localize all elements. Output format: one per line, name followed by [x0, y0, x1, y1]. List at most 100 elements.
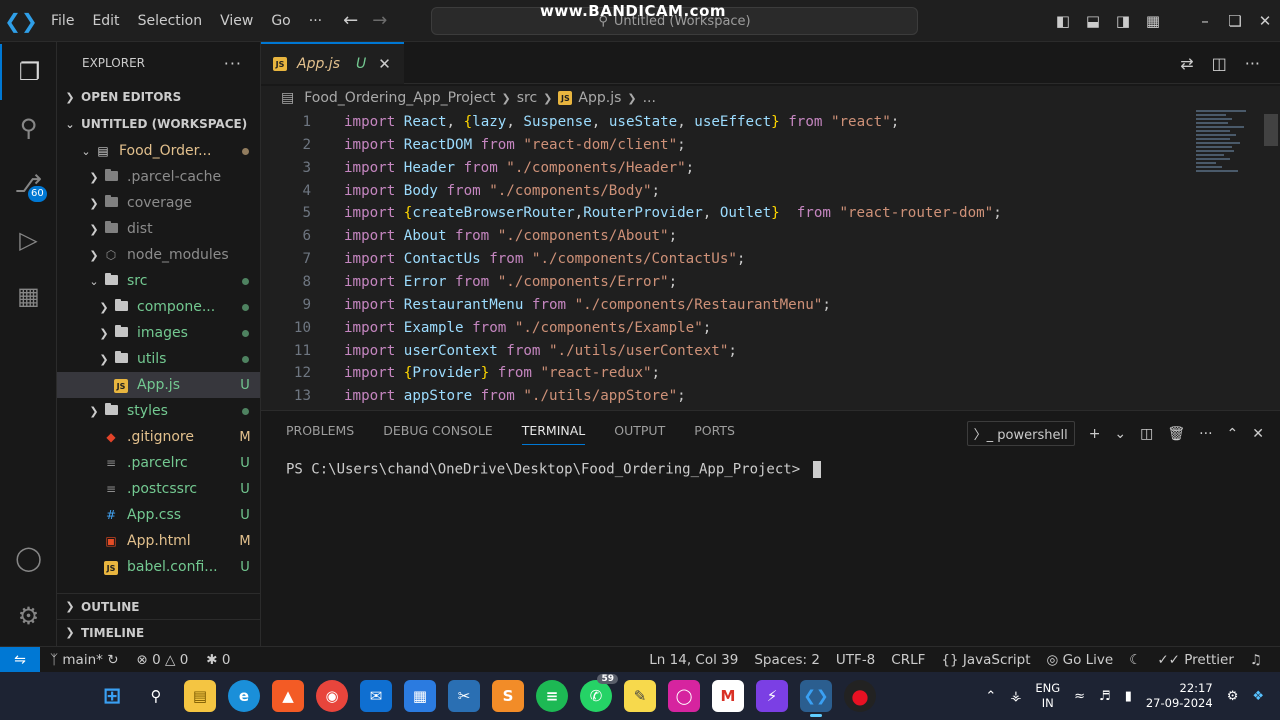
tree-item-babel-config[interactable]: JS babel.confi... U — [57, 554, 260, 580]
toggle-primary-sidebar-icon[interactable]: ◧ — [1048, 12, 1078, 30]
tree-item-src[interactable]: ⌄ src — [57, 268, 260, 294]
explorer-more-actions-icon[interactable]: ··· — [224, 54, 242, 73]
close-window-icon[interactable]: ✕ — [1250, 12, 1280, 30]
menu-more[interactable]: ··· — [300, 0, 331, 42]
close-tab-icon[interactable]: ✕ — [378, 55, 391, 73]
tree-item-utils[interactable]: ❯ utils — [57, 346, 260, 372]
battery-icon[interactable]: ▮ — [1125, 689, 1132, 704]
microsoft-store-icon[interactable]: ▦ — [404, 680, 436, 712]
tree-item-dist[interactable]: ❯ dist — [57, 216, 260, 242]
toggle-panel-icon[interactable]: ⬓ — [1078, 12, 1108, 30]
tree-item-postcssrc[interactable]: ≡ .postcssrc U — [57, 476, 260, 502]
remote-indicator-icon[interactable]: ⇋ — [0, 647, 40, 672]
customize-layout-icon[interactable]: ▦ — [1138, 12, 1168, 30]
compare-changes-icon[interactable]: ⇄ — [1180, 54, 1193, 73]
tree-item-app-html[interactable]: ▣ App.html M — [57, 528, 260, 554]
breadcrumb-file[interactable]: App.js — [578, 90, 621, 106]
tree-item-styles[interactable]: ❯ styles — [57, 398, 260, 424]
split-editor-icon[interactable]: ◫ — [1212, 54, 1227, 73]
tree-item-images[interactable]: ❯ images — [57, 320, 260, 346]
chevron-down-icon[interactable]: ⌄ — [1114, 426, 1126, 442]
tree-item-parcelrc[interactable]: ≡ .parcelrc U — [57, 450, 260, 476]
panel-tab-ports[interactable]: PORTS — [694, 423, 735, 445]
breadcrumb-src[interactable]: src — [517, 90, 537, 106]
code-line[interactable]: 13 import appStore from "./utils/appStore… — [261, 385, 686, 408]
terminal-shell-selector[interactable]: 〉_ powershell — [966, 421, 1075, 446]
split-terminal-icon[interactable]: ◫ — [1140, 426, 1153, 442]
mail-icon[interactable]: ✉ — [360, 680, 392, 712]
code-line[interactable]: 2 import ReactDOM from "react-dom/client"… — [261, 134, 685, 157]
accounts-icon[interactable]: ◯ — [0, 530, 57, 586]
file-explorer-icon[interactable]: ▤ — [184, 680, 216, 712]
code-line[interactable]: 8 import Error from "./components/Error"; — [261, 271, 677, 294]
line-endings[interactable]: CRLF — [891, 652, 925, 668]
code-line[interactable]: 10 import Example from "./components/Exam… — [261, 317, 711, 340]
workspace-section[interactable]: ⌄ UNTITLED (WORKSPACE) — [57, 111, 260, 137]
source-control-icon[interactable]: ⎇ 60 — [0, 156, 57, 212]
menu-view[interactable]: View — [211, 0, 262, 42]
close-panel-icon[interactable]: ✕ — [1252, 426, 1264, 442]
editor-more-actions-icon[interactable]: ··· — [1245, 54, 1260, 73]
sublime-text-icon[interactable]: S — [492, 680, 524, 712]
breadcrumb-project[interactable]: Food_Ordering_App_Project — [304, 90, 495, 106]
back-arrow-icon[interactable]: ← — [343, 10, 358, 31]
outline-section[interactable]: ❯ OUTLINE — [57, 593, 260, 619]
chevron-up-icon[interactable]: ⌃ — [985, 689, 996, 704]
indentation[interactable]: Spaces: 2 — [754, 652, 820, 668]
code-editor[interactable]: 1 import React, {lazy, Suspense, useState… — [261, 110, 1280, 410]
tree-item-node-modules[interactable]: ❯ ⬡ node_modules — [57, 242, 260, 268]
copilot-icon[interactable]: ☾ — [1129, 652, 1141, 668]
panel-more-actions-icon[interactable]: ··· — [1199, 426, 1212, 442]
menu-file[interactable]: File — [42, 0, 83, 42]
copilot-taskbar-icon[interactable]: ❖ — [1252, 689, 1264, 704]
spotify-icon[interactable]: ≡ — [536, 680, 568, 712]
trash-icon[interactable]: 🗑 — [1167, 426, 1185, 442]
tree-item-gitignore[interactable]: ◆ .gitignore M — [57, 424, 260, 450]
speaker-icon[interactable]: ♬ — [1099, 689, 1111, 704]
code-line[interactable]: 9 import RestaurantMenu from "./component… — [261, 294, 830, 317]
search-icon[interactable]: ⚲ — [140, 680, 172, 712]
notifications-bell-icon[interactable]: ♫ — [1250, 652, 1262, 668]
search-view-icon[interactable]: ⚲ — [0, 100, 57, 156]
file-encoding[interactable]: UTF-8 — [836, 652, 875, 668]
code-line[interactable]: 12 import {Provider} from "react-redux"; — [261, 362, 660, 385]
brave-browser-icon[interactable]: ▲ — [272, 680, 304, 712]
problems-status[interactable]: ⊗ 0 △ 0 — [137, 652, 189, 668]
explorer-files-icon[interactable]: ❐ — [0, 44, 57, 100]
panel-tab-problems[interactable]: PROBLEMS — [286, 423, 354, 445]
panel-tab-terminal[interactable]: TERMINAL — [521, 423, 586, 445]
clock[interactable]: 22:17 27-09-2024 — [1146, 681, 1213, 711]
menu-edit[interactable]: Edit — [83, 0, 128, 42]
minimap[interactable] — [1196, 110, 1251, 240]
editor-scrollbar[interactable] — [1264, 114, 1278, 146]
minimize-window-icon[interactable]: – — [1190, 12, 1220, 30]
settings-sync-icon[interactable]: ⚙ — [1227, 689, 1239, 704]
code-line[interactable]: 3 import Header from "./components/Header… — [261, 157, 694, 180]
breadcrumb-symbols[interactable]: ... — [643, 90, 656, 106]
cursor-position[interactable]: Ln 14, Col 39 — [649, 652, 738, 668]
go-live-button[interactable]: ◎ Go Live — [1047, 652, 1114, 668]
run-debug-icon[interactable]: ▷ — [0, 212, 57, 268]
tree-item-components[interactable]: ❯ compone... — [57, 294, 260, 320]
tree-item-coverage[interactable]: ❯ coverage — [57, 190, 260, 216]
chrome-browser-icon[interactable]: ◉ — [316, 680, 348, 712]
menu-go[interactable]: Go — [262, 0, 299, 42]
tree-item-app-css[interactable]: # App.css U — [57, 502, 260, 528]
extensions-icon[interactable]: ▦ — [0, 268, 57, 324]
menu-selection[interactable]: Selection — [129, 0, 212, 42]
panel-tab-debug-console[interactable]: DEBUG CONSOLE — [383, 423, 492, 445]
prettier-status[interactable]: ✓✓ Prettier — [1157, 652, 1234, 668]
vscode-taskbar-icon[interactable]: ❮❯ — [800, 680, 832, 717]
edge-browser-icon[interactable]: e — [228, 680, 260, 712]
input-language[interactable]: ENG IN — [1035, 681, 1060, 711]
gmail-icon[interactable]: M — [712, 680, 744, 712]
new-terminal-plus-icon[interactable]: + — [1089, 426, 1101, 442]
code-line[interactable]: 11 import userContext from "./utils/userC… — [261, 340, 737, 363]
git-branch-status[interactable]: ᛉ main* ↻ — [50, 652, 119, 668]
timeline-section[interactable]: ❯ TIMELINE — [57, 619, 260, 645]
bandicam-record-icon[interactable]: ● — [844, 680, 876, 712]
windows-start-icon[interactable]: ⊞ — [96, 680, 128, 712]
code-line[interactable]: 6 import About from "./components/About"; — [261, 225, 677, 248]
maximize-panel-icon[interactable]: ⌃ — [1227, 426, 1239, 442]
snipping-tool-icon[interactable]: ✂ — [448, 680, 480, 712]
